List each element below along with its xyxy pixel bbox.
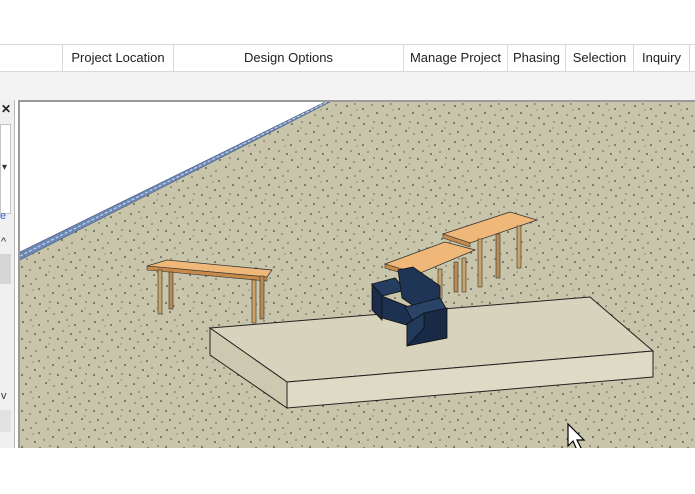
panel-label: Selection: [572, 50, 627, 65]
pane-letter: e: [0, 210, 7, 222]
3d-view-canvas[interactable]: [18, 100, 695, 448]
panel-phasing[interactable]: Phasing: [508, 45, 566, 71]
panel-label: Manage Project: [409, 50, 502, 65]
close-icon[interactable]: ✕: [0, 102, 12, 116]
3d-model-view: [20, 102, 695, 448]
panel-label: Project Location: [71, 50, 165, 65]
panel-design-options[interactable]: Design Options: [174, 45, 404, 71]
chevron-down-icon[interactable]: v: [1, 390, 7, 402]
title-area: [0, 0, 695, 44]
panel-label: Phasing: [513, 50, 560, 65]
panel-label: Design Options: [244, 50, 333, 65]
panel-selection[interactable]: Selection: [566, 45, 634, 71]
toolbar-strip: [0, 72, 695, 100]
scrollbar-thumb[interactable]: [0, 254, 11, 284]
chevron-up-icon[interactable]: ^: [1, 236, 6, 248]
ribbon-panel-bar: Project Location Design Options Manage P…: [0, 44, 695, 72]
chevron-down-icon: ▾: [2, 162, 8, 173]
panel-manage-project[interactable]: Manage Project: [404, 45, 508, 71]
panel-project-location[interactable]: Project Location: [62, 45, 174, 71]
status-area: [0, 448, 695, 494]
scrollbar-track-lower: [0, 410, 11, 432]
panel-label: Inquiry: [641, 50, 682, 65]
panel-inquiry[interactable]: Inquiry: [634, 45, 690, 71]
type-selector-dropdown[interactable]: ▾: [0, 124, 11, 214]
